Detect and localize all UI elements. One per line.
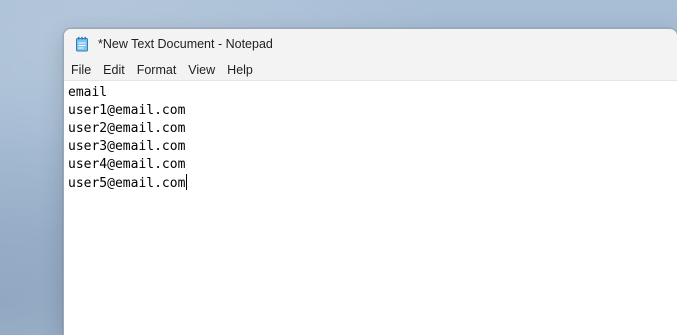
notepad-icon	[74, 36, 90, 52]
window-title: *New Text Document - Notepad	[98, 37, 273, 51]
text-line-content: user5@email.com	[68, 176, 186, 191]
text-line: email	[68, 84, 677, 102]
text-line: user5@email.com	[68, 174, 677, 192]
text-line-content: user2@email.com	[68, 121, 186, 136]
text-line-content: user1@email.com	[68, 103, 186, 118]
text-caret	[186, 174, 188, 190]
menu-view[interactable]: View	[183, 59, 220, 81]
text-line: user1@email.com	[68, 102, 677, 120]
text-line-content: user4@email.com	[68, 157, 186, 172]
text-line-content: email	[68, 85, 108, 100]
menu-help[interactable]: Help	[222, 59, 258, 81]
menu-format[interactable]: Format	[132, 59, 182, 81]
menu-file[interactable]: File	[66, 59, 96, 81]
text-line: user3@email.com	[68, 138, 677, 156]
text-line-content: user3@email.com	[68, 139, 186, 154]
menu-edit[interactable]: Edit	[98, 59, 130, 81]
text-line: user4@email.com	[68, 156, 677, 174]
text-line: user2@email.com	[68, 120, 677, 138]
notepad-window[interactable]: *New Text Document - Notepad File Edit F…	[63, 28, 677, 335]
title-bar[interactable]: *New Text Document - Notepad	[64, 29, 677, 59]
menu-bar: File Edit Format View Help	[64, 59, 677, 81]
text-editor[interactable]: email user1@email.com user2@email.com us…	[64, 81, 677, 335]
